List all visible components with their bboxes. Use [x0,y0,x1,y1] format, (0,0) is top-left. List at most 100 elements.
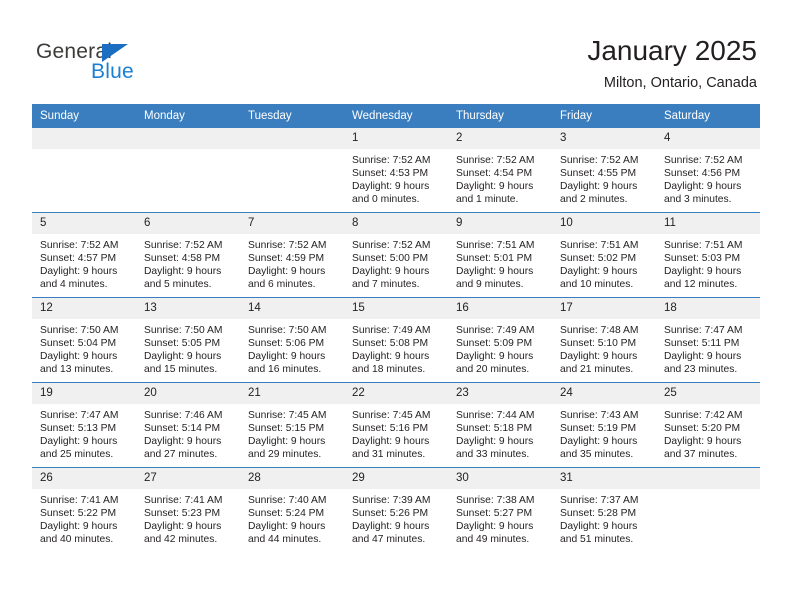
page-title: January 2025 [587,35,757,66]
calendar-day-cell[interactable]: 11 Sunrise: 7:51 AM Sunset: 5:03 PM Dayligh… [656,212,760,298]
calendar-day-cell[interactable]: 17 Sunrise: 7:48 AM Sunset: 5:10 PM Dayligh… [552,297,656,383]
calendar-header-row: Sunday Monday Tuesday Wednesday Thursday Frid… [32,104,760,128]
calendar-day-cell[interactable]: 25 Sunrise: 7:42 AM Sunset: 5:20 PM Dayligh… [656,382,760,468]
day-detail-line: Sunrise: 7:40 AM [248,495,327,506]
day-details [240,149,344,154]
calendar-day-cell[interactable]: 21 Sunrise: 7:45 AM Sunset: 5:15 PM Dayligh… [240,382,344,468]
calendar-day-cell[interactable]: 4 Sunrise: 7:52 AM Sunset: 4:56 PM Daylight… [656,128,760,213]
day-detail-line: Sunset: 5:01 PM [456,253,533,265]
day-detail-line: and 40 minutes. [40,534,114,546]
day-details: Sunrise: 7:52 AM Sunset: 4:59 PM Daylight:… [240,234,344,291]
day-detail-line: Sunrise: 7:46 AM [144,410,223,421]
calendar-day-cell[interactable]: 8 Sunrise: 7:52 AM Sunset: 5:00 PM Daylight… [344,212,448,298]
calendar-day-cell[interactable]: 24 Sunrise: 7:43 AM Sunset: 5:19 PM Dayligh… [552,382,656,468]
day-number [32,128,136,149]
calendar-day-cell[interactable]: 9 Sunrise: 7:51 AM Sunset: 5:01 PM Daylight… [448,212,552,298]
calendar-day-cell[interactable]: 16 Sunrise: 7:49 AM Sunset: 5:09 PM Dayligh… [448,297,552,383]
day-detail-line: Daylight: 9 hours [560,266,638,278]
day-detail-line: Sunset: 5:14 PM [144,423,221,435]
calendar-day-cell[interactable]: 15 Sunrise: 7:49 AM Sunset: 5:08 PM Dayligh… [344,297,448,383]
weekday-header: Sunday Monday Tuesday Wednesday Thursday Frid… [32,104,760,128]
day-detail-line: Sunset: 5:02 PM [560,253,637,265]
day-detail-line: Sunrise: 7:51 AM [456,240,535,251]
title-block: January 2025 Milton, Ontario, Canada [587,34,757,92]
calendar-day-cell[interactable]: 22 Sunrise: 7:45 AM Sunset: 5:16 PM Dayligh… [344,382,448,468]
day-detail-line: Daylight: 9 hours [456,521,534,533]
day-details: Sunrise: 7:50 AM Sunset: 5:06 PM Daylight:… [240,319,344,376]
day-detail-line: Sunset: 5:19 PM [560,423,637,435]
calendar-day-cell[interactable]: 5 Sunrise: 7:52 AM Sunset: 4:57 PM Daylight… [32,212,136,298]
calendar-day-cell[interactable]: 23 Sunrise: 7:44 AM Sunset: 5:18 PM Dayligh… [448,382,552,468]
calendar-day-cell[interactable]: 18 Sunrise: 7:47 AM Sunset: 5:11 PM Dayligh… [656,297,760,383]
calendar-day-cell[interactable]: 20 Sunrise: 7:46 AM Sunset: 5:14 PM Dayligh… [136,382,240,468]
day-detail-line: Daylight: 9 hours [248,521,326,533]
day-detail-line: and 33 minutes. [456,449,530,461]
day-detail-line: Sunrise: 7:52 AM [456,155,535,166]
calendar-day-cell[interactable]: 31 Sunrise: 7:37 AM Sunset: 5:28 PM Dayligh… [552,467,656,552]
day-number: 19 [32,383,136,404]
day-detail-line: Sunset: 5:11 PM [664,338,740,350]
day-detail-line: Sunrise: 7:39 AM [352,495,431,506]
calendar-week-row: 26 Sunrise: 7:41 AM Sunset: 5:22 PM Dayligh… [32,467,760,552]
day-detail-line: Daylight: 9 hours [40,436,118,448]
day-number: 30 [448,468,552,489]
calendar-day-cell[interactable]: 19 Sunrise: 7:47 AM Sunset: 5:13 PM Dayligh… [32,382,136,468]
day-number: 16 [448,298,552,319]
day-number: 25 [656,383,760,404]
day-detail-line: Daylight: 9 hours [560,351,638,363]
day-detail-line: Daylight: 9 hours [352,351,430,363]
day-detail-line: Sunrise: 7:44 AM [456,410,535,421]
calendar-day-cell[interactable]: 6 Sunrise: 7:52 AM Sunset: 4:58 PM Daylight… [136,212,240,298]
day-detail-line: Sunrise: 7:50 AM [144,325,223,336]
day-detail-line: Sunset: 5:27 PM [456,508,533,520]
page-header: General Blue January 2025 Milton, Ontari… [0,0,792,100]
day-detail-line: and 0 minutes. [352,194,420,206]
day-detail-line: Sunrise: 7:51 AM [664,240,743,251]
day-detail-line: Sunrise: 7:52 AM [352,240,431,251]
day-detail-line: Sunset: 5:28 PM [560,508,637,520]
calendar-day-cell[interactable]: 26 Sunrise: 7:41 AM Sunset: 5:22 PM Dayligh… [32,467,136,552]
day-detail-line: Sunrise: 7:47 AM [40,410,119,421]
day-detail-line: Daylight: 9 hours [664,351,742,363]
calendar-day-cell[interactable]: 3 Sunrise: 7:52 AM Sunset: 4:55 PM Daylight… [552,128,656,213]
day-detail-line: Sunrise: 7:50 AM [248,325,327,336]
day-detail-line: and 10 minutes. [560,279,634,291]
calendar-day-cell[interactable]: 10 Sunrise: 7:51 AM Sunset: 5:02 PM Dayligh… [552,212,656,298]
day-details: Sunrise: 7:52 AM Sunset: 4:54 PM Daylight:… [448,149,552,206]
calendar-day-cell[interactable]: 28 Sunrise: 7:40 AM Sunset: 5:24 PM Dayligh… [240,467,344,552]
day-details [136,149,240,154]
day-details: Sunrise: 7:52 AM Sunset: 4:56 PM Daylight:… [656,149,760,206]
day-detail-line: Sunset: 5:23 PM [144,508,221,520]
calendar-day-cell[interactable]: 27 Sunrise: 7:41 AM Sunset: 5:23 PM Dayligh… [136,467,240,552]
calendar-day-cell[interactable]: 7 Sunrise: 7:52 AM Sunset: 4:59 PM Daylight… [240,212,344,298]
day-number [136,128,240,149]
day-details: Sunrise: 7:51 AM Sunset: 5:01 PM Daylight:… [448,234,552,291]
weekday-header-sunday: Sunday [32,104,136,128]
calendar-day-cell[interactable]: 30 Sunrise: 7:38 AM Sunset: 5:27 PM Dayligh… [448,467,552,552]
day-detail-line: Sunrise: 7:51 AM [560,240,639,251]
day-number: 11 [656,213,760,234]
day-detail-line: Sunset: 5:13 PM [40,423,117,435]
day-detail-line: and 21 minutes. [560,364,634,376]
day-detail-line: Daylight: 9 hours [40,351,118,363]
day-details: Sunrise: 7:45 AM Sunset: 5:15 PM Daylight:… [240,404,344,461]
general-blue-logo[interactable]: General Blue [36,40,156,88]
calendar-day-cell[interactable]: 14 Sunrise: 7:50 AM Sunset: 5:06 PM Dayligh… [240,297,344,383]
weekday-header-saturday: Saturday [656,104,760,128]
day-detail-line: and 25 minutes. [40,449,114,461]
calendar-day-cell[interactable]: 2 Sunrise: 7:52 AM Sunset: 4:54 PM Daylight… [448,128,552,213]
day-details: Sunrise: 7:52 AM Sunset: 4:55 PM Daylight:… [552,149,656,206]
day-detail-line: Daylight: 9 hours [352,181,430,193]
day-detail-line: and 1 minute. [456,194,519,206]
weekday-header-wednesday: Wednesday [344,104,448,128]
weekday-header-monday: Monday [136,104,240,128]
calendar-day-cell[interactable]: 1 Sunrise: 7:52 AM Sunset: 4:53 PM Daylight… [344,128,448,213]
calendar-week-row: 12 Sunrise: 7:50 AM Sunset: 5:04 PM Dayligh… [32,297,760,383]
day-detail-line: Sunrise: 7:49 AM [352,325,431,336]
day-detail-line: Daylight: 9 hours [456,436,534,448]
calendar-day-cell[interactable]: 12 Sunrise: 7:50 AM Sunset: 5:04 PM Dayligh… [32,297,136,383]
calendar-day-cell[interactable]: 13 Sunrise: 7:50 AM Sunset: 5:05 PM Dayligh… [136,297,240,383]
calendar-day-cell[interactable]: 29 Sunrise: 7:39 AM Sunset: 5:26 PM Dayligh… [344,467,448,552]
day-detail-line: Daylight: 9 hours [248,351,326,363]
day-number: 20 [136,383,240,404]
